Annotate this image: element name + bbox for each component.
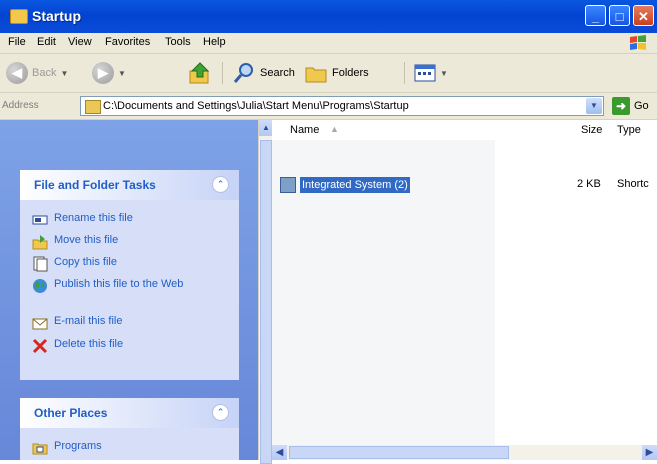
go-button[interactable]: Go — [634, 100, 649, 112]
left-pane-scrollbar[interactable]: ▲ — [258, 120, 273, 464]
menu-file[interactable]: File — [8, 36, 26, 48]
folders-icon — [305, 67, 327, 83]
search-button[interactable]: Search — [232, 60, 295, 86]
folders-button[interactable]: Folders — [304, 60, 369, 86]
menu-tools[interactable]: Tools — [165, 36, 191, 48]
task-delete[interactable]: Delete this file — [32, 338, 123, 354]
sort-ascending-icon: ▲ — [330, 124, 339, 134]
programs-folder-icon — [32, 443, 48, 455]
column-header-name[interactable]: Name ▲ — [272, 120, 577, 140]
task-move[interactable]: Move this file — [32, 234, 118, 250]
collapse-chevron-icon[interactable]: ⌃ — [212, 404, 229, 421]
back-button[interactable]: ◀ Back ▼ — [6, 60, 68, 86]
task-label: Copy this file — [54, 256, 117, 268]
panel-header[interactable]: Other Places ⌃ — [20, 398, 239, 428]
chevron-down-icon[interactable]: ▼ — [586, 98, 602, 114]
address-path: C:\Documents and Settings\Julia\Start Me… — [103, 100, 409, 112]
toolbar-separator — [404, 62, 405, 84]
other-places-panel: Other Places ⌃ Programs — [20, 398, 239, 460]
toolbar: ◀ Back ▼ ▶ ▼ Search Folders ▼ — [0, 54, 657, 93]
column-size-label: Size — [581, 124, 603, 136]
shortcut-icon — [280, 177, 296, 193]
collapse-chevron-icon[interactable]: ⌃ — [212, 176, 229, 193]
delete-icon — [32, 338, 48, 354]
column-type-label: Type — [617, 124, 641, 136]
task-label: Move this file — [54, 234, 119, 246]
copy-icon — [33, 256, 48, 272]
file-size: 2 KB — [577, 178, 601, 190]
folder-icon — [85, 100, 101, 114]
scroll-thumb[interactable] — [289, 446, 509, 459]
column-header-size[interactable]: Size — [577, 120, 617, 140]
windows-logo-icon — [630, 35, 646, 50]
back-arrow-icon: ◀ — [6, 62, 28, 84]
file-list: Name ▲ Size Type Integrated System (2) 2… — [272, 120, 657, 460]
address-input[interactable]: C:\Documents and Settings\Julia\Start Me… — [80, 96, 604, 116]
forward-arrow-icon: ▶ — [92, 62, 114, 84]
place-programs[interactable]: Programs — [32, 440, 102, 456]
file-folder-tasks-panel: File and Folder Tasks ⌃ Rename this file… — [20, 170, 239, 380]
panel-title: File and Folder Tasks — [34, 178, 156, 192]
views-button[interactable]: ▼ — [414, 60, 448, 86]
views-icon — [414, 64, 436, 82]
scroll-left-icon[interactable]: ◀ — [272, 445, 287, 460]
task-label: E-mail this file — [54, 315, 123, 327]
menu-edit[interactable]: Edit — [37, 36, 56, 48]
title-bar: Startup _ □ ✕ — [0, 0, 657, 33]
file-type: Shortc — [617, 178, 649, 190]
scroll-up-icon[interactable]: ▲ — [259, 120, 273, 136]
place-label: Programs — [54, 440, 102, 452]
chevron-down-icon: ▼ — [60, 68, 69, 78]
menu-view[interactable]: View — [68, 36, 92, 48]
menu-bar: File Edit View Favorites Tools Help — [0, 33, 657, 54]
scroll-thumb[interactable] — [260, 140, 272, 464]
email-icon — [32, 318, 48, 330]
move-icon — [32, 235, 48, 250]
task-pane: File and Folder Tasks ⌃ Rename this file… — [0, 120, 258, 460]
chevron-down-icon: ▼ — [440, 68, 448, 78]
close-button[interactable]: ✕ — [633, 5, 654, 26]
minimize-button[interactable]: _ — [585, 5, 606, 26]
folders-label: Folders — [332, 67, 369, 79]
task-label: Rename this file — [54, 212, 133, 224]
up-button[interactable] — [188, 60, 212, 86]
back-label: Back — [32, 67, 57, 79]
menu-favorites[interactable]: Favorites — [105, 36, 150, 48]
maximize-button[interactable]: □ — [609, 5, 630, 26]
toolbar-separator — [222, 62, 223, 84]
chevron-down-icon: ▼ — [118, 68, 126, 78]
folder-icon — [10, 9, 28, 24]
go-arrow-icon[interactable]: ➜ — [612, 97, 630, 115]
address-bar: Address C:\Documents and Settings\Julia\… — [0, 93, 657, 120]
task-email[interactable]: E-mail this file — [32, 315, 122, 331]
task-publish[interactable]: Publish this file to the Web — [32, 278, 202, 294]
scroll-right-icon[interactable]: ▶ — [642, 445, 657, 460]
horizontal-scrollbar[interactable]: ◀ ▶ — [272, 445, 657, 460]
up-folder-icon — [189, 62, 210, 84]
address-label: Address — [2, 100, 39, 111]
forward-button[interactable]: ▶ ▼ — [92, 60, 126, 86]
task-copy[interactable]: Copy this file — [32, 256, 117, 272]
column-header-type[interactable]: Type — [617, 120, 657, 140]
search-label: Search — [260, 67, 295, 79]
window-title: Startup — [32, 8, 81, 24]
task-rename[interactable]: Rename this file — [32, 212, 133, 228]
globe-icon — [33, 279, 47, 293]
panel-header[interactable]: File and Folder Tasks ⌃ — [20, 170, 239, 200]
menu-help[interactable]: Help — [203, 36, 226, 48]
panel-title: Other Places — [34, 406, 108, 420]
file-name: Integrated System (2) — [300, 177, 410, 193]
search-icon — [233, 63, 253, 83]
column-name-label: Name — [290, 124, 320, 136]
task-label: Delete this file — [54, 338, 124, 350]
rename-icon — [32, 215, 48, 225]
task-label: Publish this file to the Web — [54, 278, 184, 290]
